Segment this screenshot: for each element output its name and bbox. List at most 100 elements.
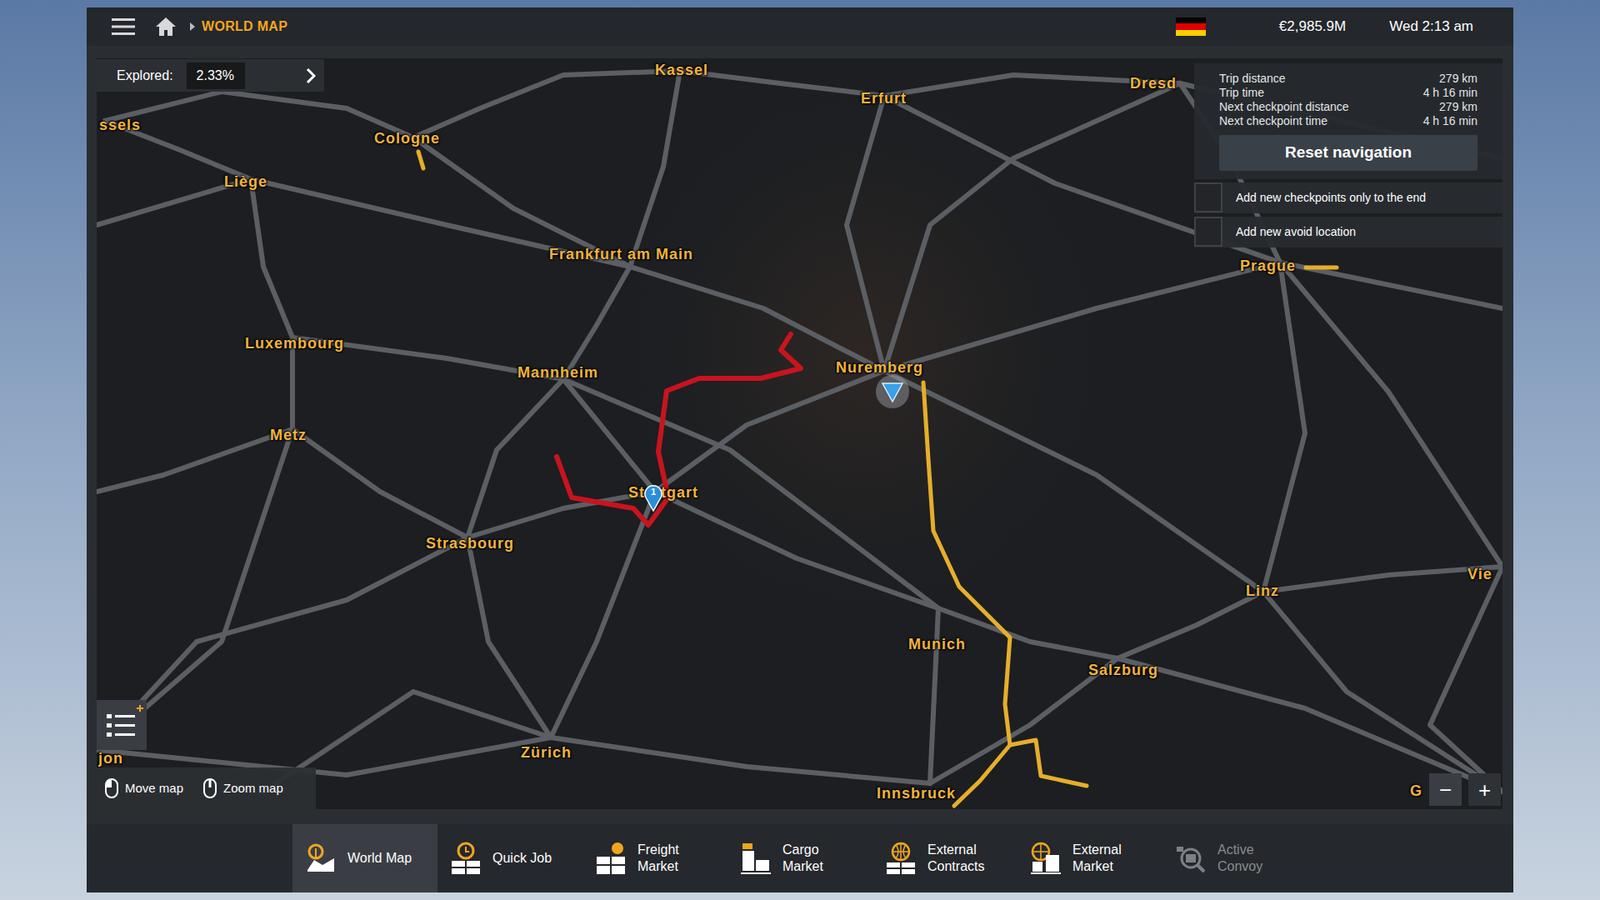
nav-item[interactable]: FreightMarket [582, 824, 728, 893]
city-label[interactable]: Munich [908, 636, 966, 652]
road [1280, 262, 1503, 567]
world-map[interactable]: Kassel Erfurt Dresd ssels Cologne Liège Frankf… [96, 58, 1503, 810]
road [1263, 262, 1305, 592]
city-label[interactable]: Frankfurt am Main [549, 246, 694, 262]
nav-item-label: World Map [347, 850, 412, 867]
city-label[interactable]: ssels [99, 117, 141, 133]
city-label[interactable]: Mannheim [517, 365, 599, 380]
checkbox[interactable] [1194, 216, 1223, 247]
nav-item[interactable]: World Map [292, 824, 438, 893]
nav-item[interactable]: ExternalMarket [1017, 824, 1163, 893]
city-label[interactable]: Prague [1240, 258, 1296, 274]
highlighted-road [923, 382, 1010, 806]
road [550, 737, 930, 784]
nav-label-line: Market [637, 858, 680, 875]
menu-icon[interactable] [111, 17, 135, 36]
road [96, 429, 293, 750]
city-label[interactable]: Linz [1245, 583, 1280, 599]
nav-label-line: Freight [637, 841, 680, 859]
city-label[interactable]: Nuremberg [835, 360, 924, 375]
checkbox[interactable] [1194, 182, 1223, 213]
nav-item[interactable]: CargoMarket [727, 824, 873, 893]
nav-item[interactable]: ExternalContracts [872, 824, 1018, 893]
road [563, 266, 630, 380]
city-label[interactable]: Luxembourg [245, 335, 345, 351]
road [1430, 566, 1503, 792]
germany-flag-icon [1175, 17, 1206, 36]
road [1117, 591, 1264, 659]
money: €2,985.9M [1279, 15, 1346, 38]
nav-label-line: Quick Job [492, 850, 552, 867]
road [1263, 591, 1503, 792]
nav-item-label: FreightMarket [637, 841, 680, 875]
city-label[interactable]: Zürich [520, 745, 572, 760]
city-label[interactable]: Strasbourg [425, 535, 515, 551]
city-label[interactable]: jon [98, 750, 124, 766]
road [467, 537, 551, 738]
control-hints: Move mapZoom map [96, 767, 316, 810]
top-bar: WORLD MAP€2,985.9MWed 2:13 am [86, 7, 1514, 46]
zoom-out-button[interactable]: − [1429, 773, 1462, 806]
trip-panel: Trip distance279 kmTrip time4 h 16 minNe… [1194, 63, 1503, 248]
city-label[interactable]: Innsbruck [876, 785, 956, 801]
road [680, 70, 885, 96]
reset-navigation-button[interactable]: Reset navigation [1219, 135, 1478, 171]
control-hint: Move map [105, 778, 184, 799]
nav-label-line: External [927, 841, 985, 859]
city-label[interactable]: Vie [1467, 566, 1493, 582]
road [290, 337, 295, 430]
city-label[interactable]: Cologne [374, 130, 440, 146]
road [292, 429, 468, 538]
nav-item-icon [739, 841, 773, 875]
trip-info: Trip distance279 kmTrip time4 h 16 minNe… [1194, 63, 1503, 180]
option-row[interactable]: Add new checkpoints only to the end [1194, 182, 1503, 214]
city-label[interactable]: Salzburg [1088, 662, 1159, 678]
trip-row-label: Next checkpoint time [1219, 114, 1328, 129]
road [1117, 658, 1503, 792]
explored-value: 2.33% [186, 62, 245, 90]
map-legend-icon[interactable] [96, 700, 147, 750]
home-icon[interactable] [155, 16, 177, 37]
road [413, 70, 680, 138]
road [884, 75, 1180, 96]
checkpoint-pin[interactable]: 1 [643, 483, 664, 512]
city-label[interactable]: Stuttgart [628, 485, 699, 500]
trip-row: Trip distance279 km [1219, 71, 1478, 86]
city-label[interactable]: Erfurt [860, 90, 907, 106]
city-label[interactable]: Liège [224, 174, 268, 190]
city-label[interactable]: Kassel [655, 62, 709, 78]
explored-label: Explored: [116, 65, 174, 86]
explored-box[interactable]: Explored: 2.33% [96, 59, 325, 92]
road [250, 179, 293, 338]
nav-item-icon [594, 841, 628, 875]
city-label[interactable]: G [1410, 783, 1423, 799]
option-row[interactable]: Add new avoid location [1194, 216, 1503, 248]
nav-item[interactable]: Quick Job [437, 824, 583, 893]
nav-item-icon [1174, 841, 1208, 875]
trip-row-label: Next checkpoint distance [1219, 100, 1350, 115]
road [630, 70, 680, 267]
nav-item-icon [884, 841, 918, 875]
highlighted-road [1010, 740, 1087, 786]
nav-label-line: Market [782, 858, 824, 875]
mouse-icon [203, 778, 217, 799]
nav-label-line: Cargo [782, 841, 824, 859]
chevron-right-icon[interactable] [305, 67, 316, 85]
trip-row-value: 4 h 16 min [1423, 114, 1478, 129]
nav-label-line: Market [1072, 858, 1122, 875]
road [846, 95, 885, 371]
road [467, 491, 655, 538]
zoom-in-button[interactable]: + [1468, 773, 1501, 806]
page-title: WORLD MAP [201, 16, 288, 37]
option-label: Add new avoid location [1235, 216, 1363, 248]
city-label[interactable]: Dresd [1130, 75, 1177, 91]
trip-row: Next checkpoint distance279 km [1219, 100, 1478, 115]
road [563, 379, 939, 609]
road [1263, 566, 1503, 592]
breadcrumb-arrow-icon [190, 22, 195, 31]
highlighted-road [1305, 265, 1337, 270]
road [655, 491, 939, 609]
checkpoint-number: 1 [643, 485, 664, 498]
city-label[interactable]: Metz [270, 427, 307, 443]
map-frame: Kassel Erfurt Dresd ssels Cologne Liège Frankf… [86, 45, 1514, 825]
